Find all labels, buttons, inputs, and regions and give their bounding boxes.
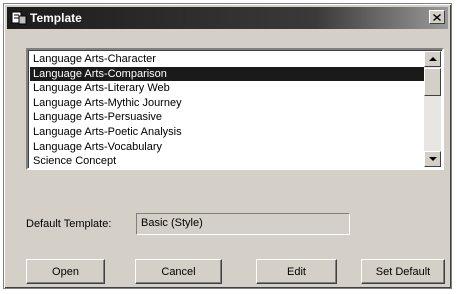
scroll-up-button[interactable] — [424, 51, 441, 67]
template-dialog: Template Language Arts-Character Language… — [3, 3, 452, 289]
default-template-field: Basic (Style) — [136, 213, 350, 235]
cancel-button[interactable]: Cancel — [135, 259, 222, 284]
template-list: Language Arts-Character Language Arts-Com… — [30, 52, 424, 166]
close-icon — [433, 13, 441, 21]
edit-button[interactable]: Edit — [256, 259, 337, 284]
template-app-icon — [11, 11, 27, 25]
list-item[interactable]: Language Arts-Poetic Analysis — [30, 125, 424, 140]
dialog-title: Template — [30, 11, 82, 25]
list-item[interactable]: Science Concept — [30, 154, 424, 166]
list-item[interactable]: Language Arts-Mythic Journey — [30, 96, 424, 111]
list-item[interactable]: Language Arts-Literary Web — [30, 81, 424, 96]
template-listbox[interactable]: Language Arts-Character Language Arts-Com… — [26, 48, 444, 170]
set-default-button[interactable]: Set Default — [361, 259, 445, 284]
scroll-thumb[interactable] — [424, 68, 441, 96]
open-button[interactable]: Open — [26, 259, 105, 284]
arrow-down-icon — [428, 157, 437, 161]
list-item[interactable]: Language Arts-Character — [30, 52, 424, 67]
close-button[interactable] — [429, 10, 445, 24]
arrow-up-icon — [428, 57, 437, 61]
vertical-scrollbar[interactable] — [424, 51, 441, 167]
list-item[interactable]: Language Arts-Vocabulary — [30, 140, 424, 155]
list-item[interactable]: Language Arts-Comparison — [30, 66, 424, 82]
title-bar[interactable]: Template — [7, 7, 448, 29]
scroll-down-button[interactable] — [424, 151, 441, 167]
list-item[interactable]: Language Arts-Persuasive — [30, 110, 424, 125]
default-template-label: Default Template: — [26, 218, 112, 230]
